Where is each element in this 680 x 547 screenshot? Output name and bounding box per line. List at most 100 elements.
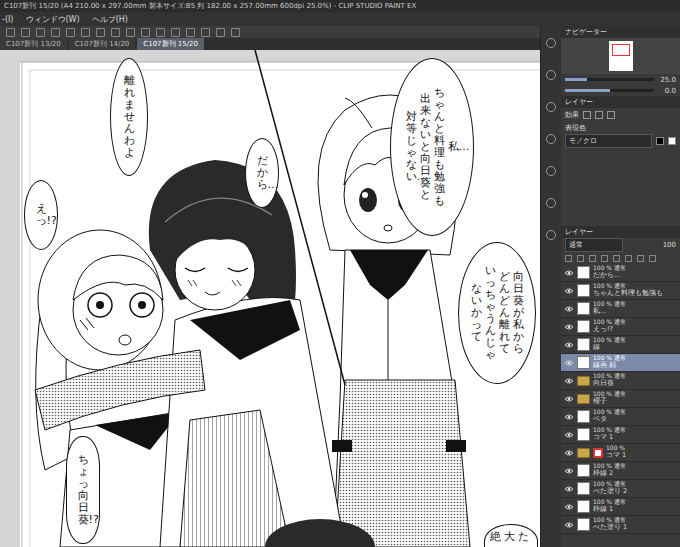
layer-row[interactable]: 100 % 通常線画 顔 xyxy=(561,354,680,372)
layer-row[interactable]: 100 % 通常私… xyxy=(561,300,680,318)
canvas[interactable]: 離れませんわよだから…えっ!?私…ちゃんと料理も勉強も出来ないと向日葵と対等じゃ… xyxy=(0,50,540,547)
layer-thumbnail xyxy=(577,338,590,351)
eye-icon[interactable] xyxy=(564,323,574,331)
layer-row[interactable]: 100 % 通常えっ!? xyxy=(561,318,680,336)
menu-bar: -(I) ウィンドウ(W) ヘルプ(H) xyxy=(0,12,680,26)
layer-row[interactable]: 100 % 通常だから… xyxy=(561,264,680,282)
tool-icon[interactable] xyxy=(141,28,150,37)
bubble-text: どんどん離れて xyxy=(499,271,510,356)
tab-bar: C107新刊 13/20C107新刊 14/20C107新刊 15/20 xyxy=(0,38,540,50)
effect-icon[interactable] xyxy=(583,111,591,119)
bubble-text: 対等じゃない… xyxy=(406,111,417,184)
blend-mode-dropdown[interactable]: 通常 xyxy=(565,238,623,252)
dock-icon[interactable] xyxy=(546,38,556,48)
layer-row[interactable]: 100 % 通常枠線 2 xyxy=(561,462,680,480)
eye-icon[interactable] xyxy=(564,431,574,439)
tool-icon[interactable] xyxy=(81,28,90,37)
eye-icon[interactable] xyxy=(564,269,574,277)
layer-row[interactable]: 100 % 通常べた塗り 2 xyxy=(561,480,680,498)
layer-thumbnail xyxy=(577,428,590,441)
layer-row[interactable]: 100 % 通常線 xyxy=(561,336,680,354)
layer-row[interactable]: 100 % 通常べた塗り 1 xyxy=(561,516,680,534)
menu-item[interactable]: ヘルプ(H) xyxy=(92,14,128,25)
eye-icon[interactable] xyxy=(564,449,574,457)
dock-icon[interactable] xyxy=(546,70,556,80)
mask-icon xyxy=(593,448,603,458)
navigator-panel: ナビゲーター 25.00.0 xyxy=(561,26,680,96)
eye-icon[interactable] xyxy=(564,413,574,421)
color-swatch[interactable] xyxy=(668,137,676,145)
layer-row[interactable]: 100 % 通常ちゃんと料理も勉強も xyxy=(561,282,680,300)
title-bar: C107新刊 15/20 (A4 210.00 x 297.00mm 製本サイズ… xyxy=(0,0,680,12)
layer-tool-icon[interactable] xyxy=(565,255,572,262)
panel-header: ナビゲーター xyxy=(561,26,680,38)
eye-icon[interactable] xyxy=(564,503,574,511)
tool-icon[interactable] xyxy=(171,28,180,37)
effect-icon[interactable] xyxy=(595,111,603,119)
tool-icon[interactable] xyxy=(21,28,30,37)
document-tab[interactable]: C107新刊 15/20 xyxy=(137,38,204,50)
document-tab[interactable]: C107新刊 13/20 xyxy=(0,38,67,50)
layer-row[interactable]: 100 % 通常コマ 1 xyxy=(561,426,680,444)
eye-icon[interactable] xyxy=(564,521,574,529)
folder-icon xyxy=(577,448,590,458)
tool-icon[interactable] xyxy=(111,28,120,37)
layer-panel: レイヤー通常100100 % 通常だから…100 % 通常ちゃんと料理も勉強も1… xyxy=(561,226,680,547)
tool-icon[interactable] xyxy=(126,28,135,37)
bubble-text: 出来ないと向日葵と xyxy=(420,93,431,202)
tool-icon[interactable] xyxy=(36,28,45,37)
layer-row[interactable]: 100 % 通常向日葵 xyxy=(561,372,680,390)
bubble-text: 絶大た xyxy=(490,531,532,543)
tool-icon[interactable] xyxy=(231,28,240,37)
dock-icon[interactable] xyxy=(546,102,556,112)
dock-icon[interactable] xyxy=(546,230,556,240)
layer-property-panel: レイヤー効果表現色モノクロ xyxy=(561,96,680,148)
color-swatch[interactable] xyxy=(656,137,664,145)
layer-row[interactable]: 100 % 通常枠線 1 xyxy=(561,498,680,516)
layer-thumbnail xyxy=(577,302,590,315)
color-mode-dropdown[interactable]: モノクロ xyxy=(565,134,652,148)
menu-item[interactable]: -(I) xyxy=(2,15,14,24)
eye-icon[interactable] xyxy=(564,341,574,349)
layer-thumbnail xyxy=(577,266,590,279)
eye-icon[interactable] xyxy=(564,395,574,403)
eye-icon[interactable] xyxy=(564,287,574,295)
layer-row[interactable]: 100 % 通常ベタ xyxy=(561,408,680,426)
tool-icon[interactable] xyxy=(96,28,105,37)
rotation-slider[interactable]: 0.0 xyxy=(561,85,680,96)
effect-icon[interactable] xyxy=(607,111,615,119)
layer-row[interactable]: 100 % 通常櫻子 xyxy=(561,390,680,408)
tool-icon[interactable] xyxy=(216,28,225,37)
clip-studio-window: C107新刊 15/20 (A4 210.00 x 297.00mm 製本サイズ… xyxy=(0,0,680,547)
tool-icon[interactable] xyxy=(6,28,15,37)
eye-icon[interactable] xyxy=(564,467,574,475)
navigator-thumbnail[interactable] xyxy=(609,41,633,71)
zoom-slider[interactable]: 25.0 xyxy=(561,74,680,85)
eye-icon[interactable] xyxy=(564,305,574,313)
eye-icon[interactable] xyxy=(564,485,574,493)
dock-icon-strip xyxy=(541,26,561,547)
tool-icon[interactable] xyxy=(201,28,210,37)
layer-tool-icon[interactable] xyxy=(601,255,608,262)
tool-icon[interactable] xyxy=(156,28,165,37)
tool-icon[interactable] xyxy=(66,28,75,37)
dock-icon[interactable] xyxy=(546,166,556,176)
eye-icon[interactable] xyxy=(564,377,574,385)
eye-icon[interactable] xyxy=(564,359,574,367)
bubble-text: ちゃんと料理も勉強も xyxy=(434,87,445,208)
layer-thumbnail xyxy=(577,500,590,513)
layer-tool-icon[interactable] xyxy=(613,255,620,262)
menu-item[interactable]: ウィンドウ(W) xyxy=(26,14,80,25)
dock-icon[interactable] xyxy=(546,134,556,144)
layer-row[interactable]: 100 %コマ 1 xyxy=(561,444,680,462)
tool-icon[interactable] xyxy=(186,28,195,37)
layer-tool-icon[interactable] xyxy=(589,255,596,262)
layer-tool-icon[interactable] xyxy=(625,255,632,262)
document-tab[interactable]: C107新刊 14/20 xyxy=(69,38,136,50)
opacity-field[interactable]: 100 xyxy=(663,241,676,249)
layer-tool-icon[interactable] xyxy=(637,255,644,262)
layer-tool-icon[interactable] xyxy=(649,255,656,262)
layer-tool-icon[interactable] xyxy=(577,255,584,262)
dock-icon[interactable] xyxy=(546,198,556,208)
tool-icon[interactable] xyxy=(51,28,60,37)
